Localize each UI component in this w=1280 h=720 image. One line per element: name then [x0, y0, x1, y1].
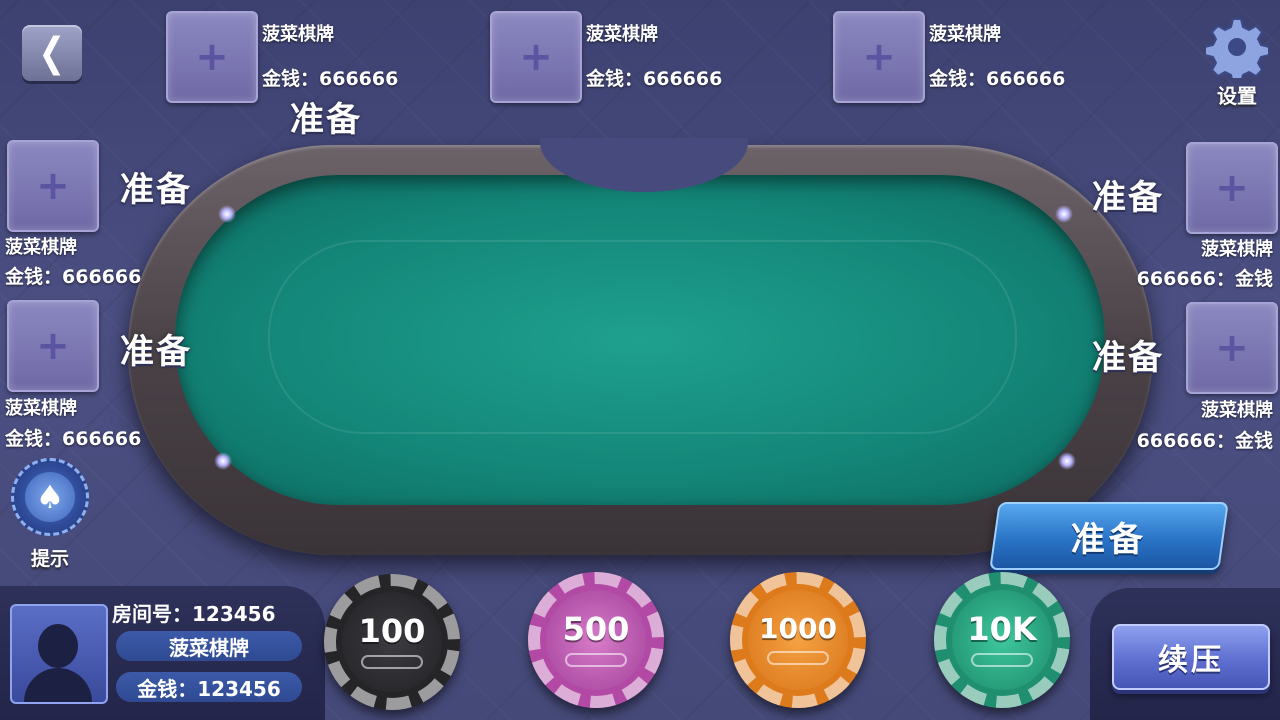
chip-user-icon — [767, 651, 829, 665]
seat-5-money: 金钱：666666 — [5, 428, 142, 450]
hint-button[interactable]: ♠ 提示 — [8, 458, 92, 571]
seat-3-name: 菠菜棋牌 — [929, 24, 1001, 45]
chip-value: 100 — [358, 612, 426, 650]
chip-face: 1000 — [748, 590, 848, 690]
table-light-icon — [218, 205, 236, 223]
seat-4-name: 菠菜棋牌 — [5, 237, 77, 258]
seat-4-money: 金钱：666666 — [5, 266, 142, 288]
seat-3-money: 金钱：666666 — [929, 68, 1066, 90]
seat-5-empty[interactable]: + — [7, 300, 99, 392]
plus-icon: + — [1215, 325, 1249, 371]
rebet-button[interactable]: 续压 — [1112, 624, 1270, 690]
table-light-icon — [1055, 205, 1073, 223]
settings-label: 设置 — [1217, 84, 1257, 108]
chip-face: 10K — [952, 590, 1052, 690]
chip-face: 500 — [546, 590, 646, 690]
table-light-icon — [1058, 452, 1076, 470]
plus-icon: + — [195, 34, 229, 80]
seat-5-ready-status: 准备 — [120, 332, 192, 372]
ready-button[interactable]: 准备 — [989, 502, 1229, 570]
seat-7-ready-status: 准备 — [1092, 338, 1164, 378]
chip-10k-button[interactable]: 10K — [934, 572, 1070, 708]
seat-1-name: 菠菜棋牌 — [262, 24, 334, 45]
chip-value: 500 — [562, 610, 630, 648]
chip-user-icon — [361, 655, 423, 669]
chip-value: 10K — [967, 610, 1037, 648]
hint-chip-icon: ♠ — [11, 458, 89, 536]
gear-icon — [1204, 16, 1270, 84]
player-name: 菠菜棋牌 — [116, 631, 302, 661]
seat-2-empty[interactable]: + — [490, 11, 582, 103]
seat-6-money: 666666：金钱 — [1136, 268, 1273, 290]
chip-user-icon — [971, 653, 1033, 667]
seat-4-empty[interactable]: + — [7, 140, 99, 232]
chip-user-icon — [565, 653, 627, 667]
avatar-body-icon — [24, 668, 92, 702]
seat-5-name: 菠菜棋牌 — [5, 398, 77, 419]
chip-1000-button[interactable]: 1000 — [730, 572, 866, 708]
seat-4-ready-status: 准备 — [120, 170, 192, 210]
plus-icon: + — [36, 323, 70, 369]
seat-3-empty[interactable]: + — [833, 11, 925, 103]
player-money: 金钱：123456 — [116, 672, 302, 702]
seat-2-name: 菠菜棋牌 — [586, 24, 658, 45]
spade-icon: ♠ — [25, 472, 75, 522]
hint-label: 提示 — [30, 548, 69, 570]
plus-icon: + — [862, 34, 896, 80]
plus-icon: + — [36, 163, 70, 209]
seat-6-ready-status: 准备 — [1092, 178, 1164, 218]
seat-7-money: 666666：金钱 — [1136, 430, 1273, 452]
seat-1-ready-status: 准备 — [290, 100, 362, 140]
plus-icon: + — [519, 34, 553, 80]
avatar-head-icon — [38, 624, 78, 668]
room-number: 房间号：123456 — [112, 602, 276, 626]
chip-500-button[interactable]: 500 — [528, 572, 664, 708]
plus-icon: + — [1215, 165, 1249, 211]
settings-button[interactable]: 设置 — [1204, 16, 1270, 109]
seat-2-money: 金钱：666666 — [586, 68, 723, 90]
chevron-left-icon: ❮ — [38, 30, 66, 76]
chip-face: 100 — [342, 592, 442, 692]
seat-6-name: 菠菜棋牌 — [1201, 239, 1273, 260]
seat-1-money: 金钱：666666 — [262, 68, 399, 90]
table-inner-line — [268, 240, 1017, 434]
player-avatar[interactable] — [10, 604, 108, 704]
chip-100-button[interactable]: 100 — [324, 574, 460, 710]
back-button[interactable]: ❮ — [22, 25, 82, 81]
ready-button-label: 准备 — [1071, 519, 1147, 560]
chip-value: 1000 — [759, 612, 837, 645]
seat-6-empty[interactable]: + — [1186, 142, 1278, 234]
table-light-icon — [214, 452, 232, 470]
seat-1-empty[interactable]: + — [166, 11, 258, 103]
seat-7-empty[interactable]: + — [1186, 302, 1278, 394]
seat-7-name: 菠菜棋牌 — [1201, 400, 1273, 421]
